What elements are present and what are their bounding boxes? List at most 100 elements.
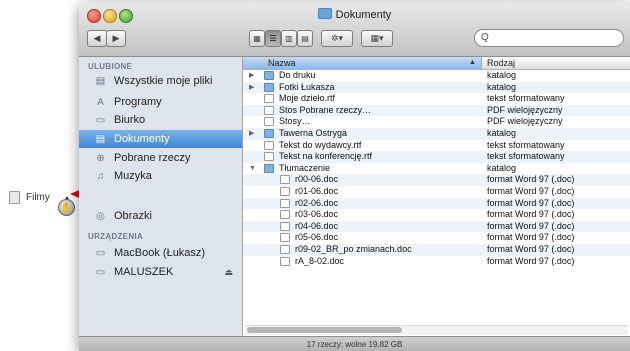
arrange-icon: ▦▾ (370, 33, 384, 43)
search-icon: Q (481, 32, 489, 43)
folder-icon (264, 129, 274, 138)
column-view-icon: ▥ (285, 34, 293, 43)
folder-row[interactable]: ▶ Fotki Łukasza katalog (243, 81, 630, 94)
forward-arrow-icon: ▶ (112, 33, 120, 43)
sidebar-section-devices: URZĄDZENIA (88, 232, 143, 241)
file-row[interactable]: Moje dzieło.rtf tekst sformatowany (243, 93, 630, 105)
document-icon (280, 245, 290, 254)
column-header-name[interactable]: Nazwa (243, 57, 482, 69)
sidebar-item-label: Biurko (114, 114, 146, 126)
file-kind: katalog (487, 70, 517, 80)
disclosure-open-icon[interactable]: ▼ (249, 163, 256, 174)
file-name: r05-06.doc (295, 232, 339, 243)
file-row[interactable]: r03-06.doc format Word 97 (.doc) (243, 209, 630, 221)
document-icon (280, 210, 290, 220)
sidebar-item-music[interactable]: ♫ Muzyka (79, 167, 242, 185)
folder-icon (264, 82, 274, 92)
sidebar-item-desktop[interactable]: ▭ Biurko (79, 111, 242, 129)
gear-icon: ✲▾ (330, 33, 344, 43)
sidebar-item-maluszek[interactable]: ▭ MALUSZEK ⏏ (79, 263, 242, 281)
forward-button[interactable]: ▶ (106, 30, 126, 47)
scrollbar-thumb[interactable] (247, 327, 402, 333)
file-row[interactable]: rA_8-02.doc format Word 97 (.doc) (243, 256, 630, 268)
file-kind: tekst sformatowany (487, 139, 565, 150)
sidebar-item-all-files[interactable]: ▤ Wszystkie moje pliki (79, 72, 242, 90)
dragged-item-filmy[interactable]: Filmy (9, 191, 50, 204)
file-row[interactable]: r00-06.doc format Word 97 (.doc) (243, 174, 630, 186)
arrange-menu-button[interactable]: ▦▾ (361, 30, 393, 47)
document-icon (264, 140, 274, 150)
window-title: Dokumenty (79, 8, 630, 21)
folder-row[interactable]: ▶ Do druku katalog (243, 70, 630, 82)
file-row[interactable]: Stosy… PDF wielojęzyczny (243, 116, 630, 128)
dragged-item-label: Filmy (26, 192, 50, 203)
column-header-kind[interactable]: Rodzaj (487, 57, 515, 69)
file-kind: format Word 97 (.doc) (487, 244, 575, 254)
sidebar-item-macbook[interactable]: ▭ MacBook (Łukasz) (79, 244, 242, 262)
sidebar-item-label: Muzyka (114, 170, 152, 182)
coverflow-view-button[interactable]: ▤ (297, 30, 313, 47)
file-name: Tekst do wydawcy.rtf (279, 139, 362, 150)
file-kind: format Word 97 (.doc) (487, 220, 575, 231)
sidebar-item-documents[interactable]: ▤ Dokumenty (79, 130, 242, 148)
file-row[interactable]: Tekst do wydawcy.rtf tekst sformatowany (243, 140, 630, 152)
document-icon (264, 117, 274, 127)
file-row[interactable]: r05-06.doc format Word 97 (.doc) (243, 232, 630, 244)
file-kind: format Word 97 (.doc) (487, 209, 575, 220)
horizontal-scrollbar[interactable] (245, 325, 628, 335)
file-row[interactable]: Stos Pobrane rzeczy… PDF wielojęzyczny (243, 104, 630, 117)
disclosure-closed-icon[interactable]: ▶ (249, 128, 254, 139)
sidebar-item-downloads[interactable]: ⊕ Pobrane rzeczy (79, 149, 242, 167)
sidebar-item-label: Wszystkie moje pliki (114, 75, 213, 87)
file-kind: format Word 97 (.doc) (487, 232, 575, 243)
document-icon (280, 233, 290, 243)
sidebar-item-label: MALUSZEK (114, 266, 174, 278)
file-kind: katalog (487, 162, 517, 173)
documents-icon: ▤ (95, 133, 106, 145)
document-icon (280, 198, 290, 208)
file-name: Tekst na konferencję.rtf (279, 151, 373, 162)
list-view-button[interactable]: ☰ (265, 30, 281, 47)
folder-row[interactable]: ▶ Tawerna Ostryga katalog (243, 128, 630, 140)
file-row[interactable]: r02-06.doc format Word 97 (.doc) (243, 197, 630, 210)
back-button[interactable]: ◀ (87, 30, 107, 47)
folder-icon (317, 8, 332, 19)
file-name: r04-06.doc (295, 220, 339, 231)
file-name: r03-06.doc (295, 209, 339, 220)
eject-icon[interactable]: ⏏ (224, 267, 233, 278)
file-name: Tawerna Ostryga (279, 128, 348, 138)
sidebar-item-pictures[interactable]: ◎ Obrazki (79, 207, 242, 225)
search-field[interactable]: Q (474, 29, 624, 47)
file-kind: PDF wielojęzyczny (487, 116, 563, 127)
finder-window: Dokumenty ◀ ▶ ▦ ☰ ▥ ▤ ✲▾ ▦▾ Q ULUBIONE ▤… (79, 2, 630, 351)
file-row[interactable]: Tekst na konferencję.rtf tekst sformatowa… (243, 151, 630, 163)
file-kind: format Word 97 (.doc) (487, 186, 575, 196)
file-name: Stos Pobrane rzeczy… (279, 104, 372, 115)
sidebar-item-applications[interactable]: A Programy (79, 93, 242, 111)
document-icon (280, 187, 290, 196)
file-name: Fotki Łukasza (279, 81, 335, 92)
sort-ascending-icon: ▲ (469, 59, 476, 66)
document-icon (280, 256, 290, 266)
file-kind: format Word 97 (.doc) (487, 197, 575, 208)
all-files-icon: ▤ (95, 75, 106, 87)
column-view-button[interactable]: ▥ (281, 30, 297, 47)
file-name: Stosy… (279, 116, 311, 127)
disclosure-closed-icon[interactable]: ▶ (249, 70, 254, 81)
folder-row[interactable]: ▼ Tłumaczenie katalog (243, 163, 630, 175)
document-icon (280, 221, 290, 231)
file-row[interactable]: r01-06.doc format Word 97 (.doc) (243, 186, 630, 198)
file-row[interactable]: r04-06.doc format Word 97 (.doc) (243, 220, 630, 233)
file-kind: PDF wielojęzyczny (487, 104, 563, 115)
file-name: r00-06.doc (295, 174, 339, 185)
window-toolbar: Dokumenty ◀ ▶ ▦ ☰ ▥ ▤ ✲▾ ▦▾ Q (79, 2, 630, 57)
action-menu-button[interactable]: ✲▾ (321, 30, 353, 47)
icon-view-button[interactable]: ▦ (249, 30, 265, 47)
sidebar: ULUBIONE ▤ Wszystkie moje pliki A Progra… (79, 57, 243, 336)
disclosure-closed-icon[interactable]: ▶ (249, 82, 254, 93)
desktop-icon: ▭ (95, 114, 106, 126)
file-kind: katalog (487, 81, 517, 92)
file-name: rA_8-02.doc (295, 255, 345, 266)
file-row[interactable]: r09-02_BR_po zmianach.doc format Word 97 … (243, 244, 630, 256)
laptop-icon: ▭ (95, 247, 106, 259)
